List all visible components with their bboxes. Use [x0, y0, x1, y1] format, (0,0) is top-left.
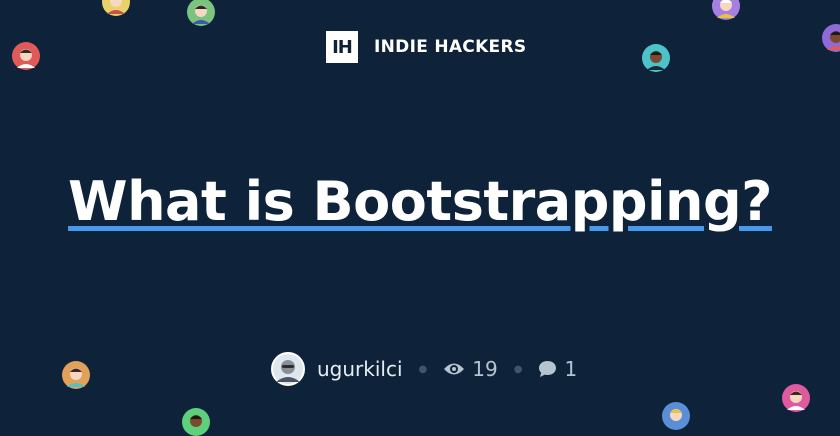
- author-avatar[interactable]: [271, 352, 305, 386]
- post-title-text: What is Bootstrapping?: [68, 170, 772, 233]
- eye-icon: [443, 361, 465, 377]
- post-title[interactable]: What is Bootstrapping?: [0, 170, 840, 233]
- comment-icon: [538, 360, 557, 378]
- brand-name: INDIE HACKERS: [374, 37, 527, 57]
- decorative-avatar: [822, 24, 840, 52]
- separator-dot: ●: [513, 363, 523, 375]
- author-name[interactable]: ugurkilci: [317, 357, 403, 381]
- decorative-avatar: [662, 402, 690, 430]
- view-count: 19: [472, 357, 498, 381]
- brand[interactable]: IH INDIE HACKERS: [326, 31, 526, 63]
- comment-count: 1: [564, 357, 578, 381]
- decorative-avatar: [182, 408, 210, 436]
- decorative-avatar: [12, 42, 40, 70]
- decorative-avatar: [642, 44, 670, 72]
- decorative-avatar: [712, 0, 740, 20]
- decorative-avatar: [782, 384, 810, 412]
- post-meta: ugurkilci ● 19 ● 1: [271, 352, 577, 386]
- decorative-avatar: [102, 0, 130, 16]
- separator-dot: ●: [418, 363, 428, 375]
- indie-hackers-logo: IH: [326, 31, 358, 63]
- decorative-avatar: [62, 361, 90, 389]
- decorative-avatar: [187, 0, 215, 26]
